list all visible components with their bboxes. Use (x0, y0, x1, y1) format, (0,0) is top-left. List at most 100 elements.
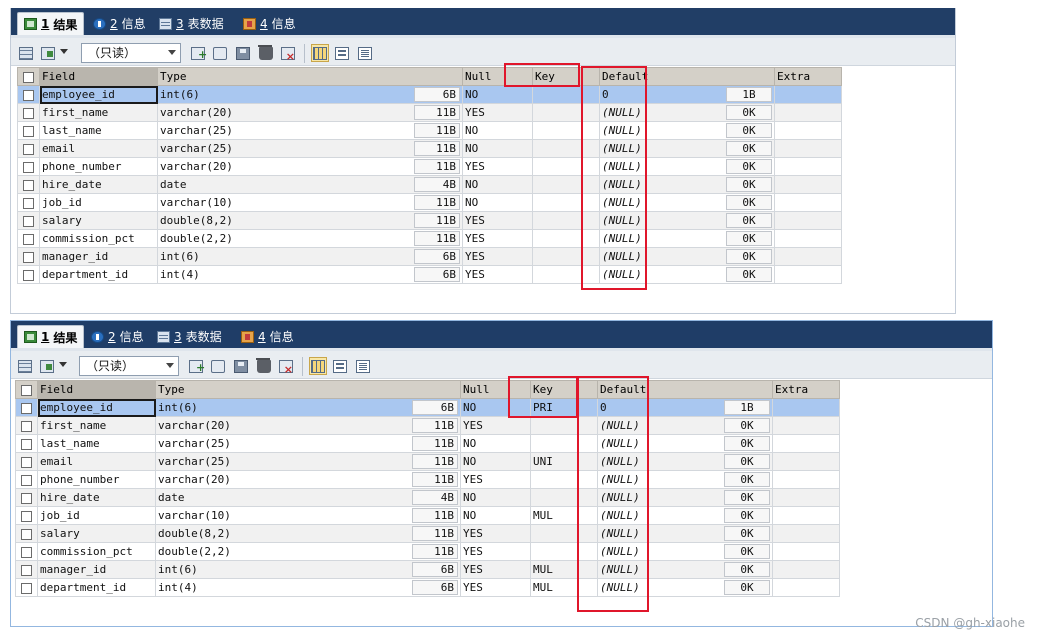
tab-result[interactable]: 1 结果 (17, 12, 85, 35)
row-select-cell[interactable] (17, 157, 40, 176)
cell-type[interactable]: int(6) 6B (157, 247, 463, 266)
cell-field[interactable]: job_id (37, 506, 156, 525)
cell-extra[interactable] (772, 416, 840, 435)
grid-view-button[interactable] (311, 44, 329, 62)
header-key[interactable]: Key (532, 67, 600, 86)
tab-info[interactable]: 2 信息 (87, 12, 152, 35)
cell-key[interactable] (530, 524, 598, 543)
table-row[interactable]: manager_id int(6) 6B YES (NULL) 0K (17, 247, 842, 266)
row-checkbox[interactable] (23, 197, 34, 209)
row-checkbox[interactable] (21, 564, 32, 576)
row-select-cell[interactable] (15, 416, 38, 435)
cell-null[interactable]: NO (462, 85, 533, 104)
cell-null[interactable]: YES (462, 157, 533, 176)
cell-default[interactable]: (NULL) 0K (599, 175, 775, 194)
cell-null[interactable]: NO (460, 488, 531, 507)
cell-key[interactable]: MUL (530, 560, 598, 579)
row-checkbox[interactable] (21, 420, 32, 432)
cell-key[interactable] (532, 121, 600, 140)
cell-extra[interactable] (772, 434, 840, 453)
cell-null[interactable]: NO (460, 434, 531, 453)
row-checkbox[interactable] (21, 510, 32, 522)
cell-field[interactable]: department_id (37, 578, 156, 597)
table-row[interactable]: first_name varchar(20) 11B YES (NULL) 0K (15, 416, 840, 435)
table-row[interactable]: commission_pct double(2,2) 11B YES (NULL) 0K (17, 229, 842, 248)
cell-field[interactable]: salary (39, 211, 158, 230)
delete-button[interactable] (255, 357, 273, 375)
header-default[interactable]: Default (597, 380, 773, 399)
cell-key[interactable] (532, 265, 600, 284)
cell-null[interactable]: YES (462, 229, 533, 248)
table-row[interactable]: first_name varchar(20) 11B YES (NULL) 0K (17, 103, 842, 122)
cell-key[interactable]: MUL (530, 578, 598, 597)
tab-table-data[interactable]: 3 表数据 (151, 325, 228, 348)
cell-extra[interactable] (772, 470, 840, 489)
cell-field[interactable]: commission_pct (37, 542, 156, 561)
cell-null[interactable]: NO (462, 175, 533, 194)
cell-default[interactable]: 0 1B (599, 85, 775, 104)
row-select-cell[interactable] (15, 488, 38, 507)
text-view-button[interactable] (354, 357, 372, 375)
row-select-cell[interactable] (17, 229, 40, 248)
cell-default[interactable]: (NULL) 0K (597, 452, 773, 471)
header-type[interactable]: Type (157, 67, 463, 86)
table-row[interactable]: employee_id int(6) 6B NO 0 1B (17, 85, 842, 104)
cell-default[interactable]: 0 1B (597, 398, 773, 417)
row-select-cell[interactable] (17, 103, 40, 122)
cell-null[interactable]: NO (462, 139, 533, 158)
row-select-cell[interactable] (17, 211, 40, 230)
header-default[interactable]: Default (599, 67, 775, 86)
export-button[interactable] (39, 44, 57, 62)
cell-extra[interactable] (774, 211, 842, 230)
table-row[interactable]: employee_id int(6) 6B NO PRI 0 1B (15, 398, 840, 417)
header-extra[interactable]: Extra (774, 67, 842, 86)
table-row[interactable]: job_id varchar(10) 11B NO MUL (NULL) 0K (15, 506, 840, 525)
cell-type[interactable]: double(2,2) 11B (155, 542, 461, 561)
grid-options-button[interactable] (17, 44, 35, 62)
cell-key[interactable] (532, 103, 600, 122)
cell-default[interactable]: (NULL) 0K (599, 247, 775, 266)
cell-extra[interactable] (774, 121, 842, 140)
row-checkbox[interactable] (21, 528, 32, 540)
cell-key[interactable]: PRI (530, 398, 598, 417)
cell-field[interactable]: hire_date (37, 488, 156, 507)
row-checkbox[interactable] (23, 215, 34, 227)
cell-null[interactable]: YES (462, 247, 533, 266)
cell-default[interactable]: (NULL) 0K (597, 416, 773, 435)
row-checkbox[interactable] (23, 269, 34, 281)
cell-extra[interactable] (772, 524, 840, 543)
cell-type[interactable]: double(8,2) 11B (155, 524, 461, 543)
cell-extra[interactable] (774, 193, 842, 212)
table-row[interactable]: department_id int(4) 6B YES (NULL) 0K (17, 265, 842, 284)
cell-field[interactable]: first_name (39, 103, 158, 122)
cell-field[interactable]: manager_id (39, 247, 158, 266)
header-null[interactable]: Null (460, 380, 531, 399)
cell-field[interactable]: employee_id (39, 85, 158, 104)
duplicate-row-button[interactable] (209, 357, 227, 375)
table-row[interactable]: department_id int(4) 6B YES MUL (NULL) 0K (15, 578, 840, 597)
tab-table-data[interactable]: 3 表数据 (153, 12, 230, 35)
cell-extra[interactable] (774, 103, 842, 122)
row-select-cell[interactable] (15, 452, 38, 471)
cell-default[interactable]: (NULL) 0K (597, 506, 773, 525)
cell-default[interactable]: (NULL) 0K (597, 488, 773, 507)
add-row-button[interactable] (187, 357, 205, 375)
table-row[interactable]: last_name varchar(25) 11B NO (NULL) 0K (17, 121, 842, 140)
cell-default[interactable]: (NULL) 0K (597, 542, 773, 561)
tab-info-2[interactable]: 4 信息 (237, 12, 302, 35)
cell-default[interactable]: (NULL) 0K (599, 139, 775, 158)
table-row[interactable]: last_name varchar(25) 11B NO (NULL) 0K (15, 434, 840, 453)
cell-key[interactable] (530, 488, 598, 507)
cell-field[interactable]: email (37, 452, 156, 471)
cell-field[interactable]: department_id (39, 265, 158, 284)
cell-type[interactable]: varchar(20) 11B (157, 103, 463, 122)
text-view-button[interactable] (356, 44, 374, 62)
cell-field[interactable]: email (39, 139, 158, 158)
cell-extra[interactable] (772, 506, 840, 525)
cell-key[interactable] (530, 416, 598, 435)
select-all-checkbox[interactable] (21, 384, 32, 396)
cell-extra[interactable] (772, 542, 840, 561)
row-select-cell[interactable] (17, 121, 40, 140)
cell-type[interactable]: date 4B (157, 175, 463, 194)
row-select-cell[interactable] (15, 542, 38, 561)
